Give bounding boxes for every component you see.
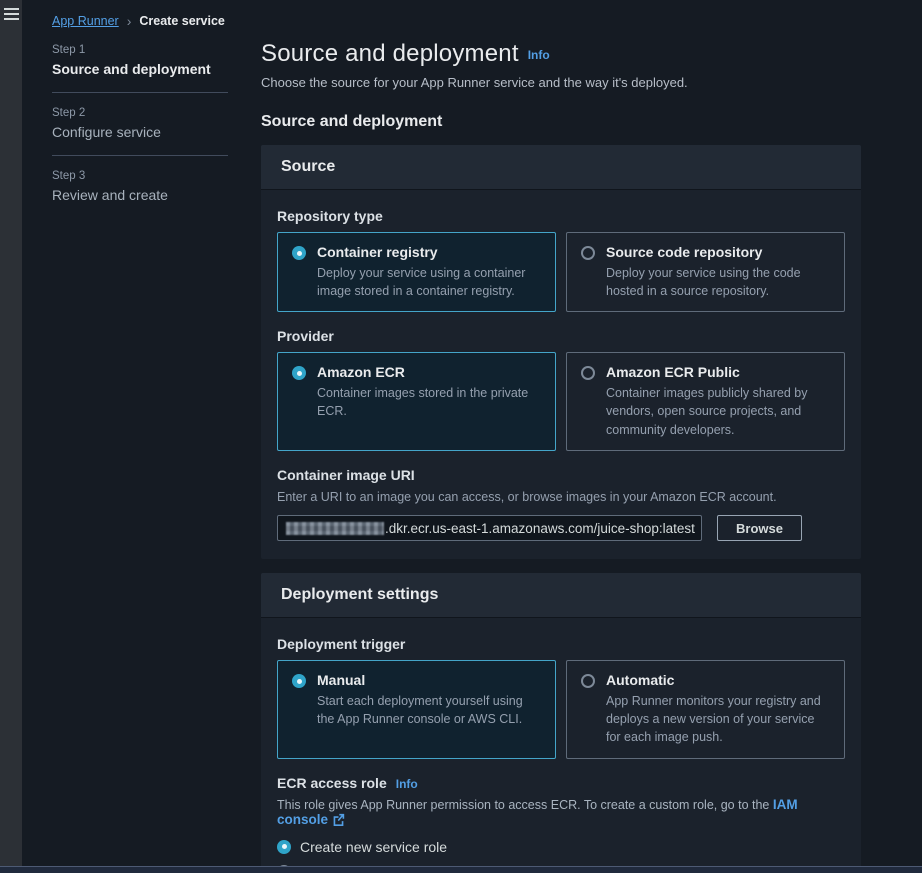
radio-selected-icon: [277, 840, 291, 854]
radio-label: Create new service role: [300, 839, 447, 855]
option-source-code-repository[interactable]: Source code repository Deploy your servi…: [566, 232, 845, 312]
source-card: Source Repository type Container registr…: [261, 145, 861, 559]
breadcrumb-current: Create service: [139, 14, 224, 28]
section-heading: Source and deployment: [261, 113, 861, 131]
step-title: Source and deployment: [52, 61, 228, 77]
deployment-trigger-label: Deployment trigger: [277, 636, 845, 652]
option-description: Start each deployment yourself using the…: [317, 692, 541, 728]
step-number: Step 2: [52, 107, 228, 119]
step-number: Step 1: [52, 44, 228, 56]
breadcrumb: App Runner › Create service: [52, 13, 225, 29]
container-image-uri-input[interactable]: .dkr.ecr.us-east-1.amazonaws.com/juice-s…: [277, 515, 702, 541]
radio-create-new-service-role[interactable]: Create new service role: [277, 839, 845, 855]
deployment-settings-card-header: Deployment settings: [261, 573, 861, 618]
ecr-access-role-description: This role gives App Runner permission to…: [277, 797, 845, 829]
external-link-icon: [332, 813, 345, 829]
provider-label: Provider: [277, 328, 845, 344]
container-image-uri-hint: Enter a URI to an image you can access, …: [277, 489, 845, 507]
radio-unselected-icon: [581, 246, 595, 260]
radio-selected-icon: [292, 366, 306, 380]
repository-type-options: Container registry Deploy your service u…: [277, 232, 845, 312]
deployment-trigger-options: Manual Start each deployment yourself us…: [277, 660, 845, 758]
radio-selected-icon: [292, 674, 306, 688]
radio-unselected-icon: [581, 366, 595, 380]
menu-icon[interactable]: [4, 8, 19, 20]
uri-value: .dkr.ecr.us-east-1.amazonaws.com/juice-s…: [385, 521, 695, 536]
step-number: Step 3: [52, 170, 228, 182]
step-1-source-and-deployment: Step 1 Source and deployment: [52, 44, 228, 77]
option-amazon-ecr[interactable]: Amazon ECR Container images stored in th…: [277, 352, 556, 450]
chevron-right-icon: ›: [127, 13, 132, 29]
step-3-review-and-create: Step 3 Review and create: [52, 170, 228, 203]
page-header: Source and deployment Info Choose the sou…: [261, 40, 861, 90]
divider: [52, 92, 228, 93]
option-description: Container images publicly shared by vend…: [606, 384, 830, 438]
step-title: Configure service: [52, 124, 228, 140]
redacted-account-id: [286, 522, 384, 535]
step-2-configure-service: Step 2 Configure service: [52, 107, 228, 140]
collapsed-side-nav: [0, 0, 22, 866]
radio-unselected-icon: [581, 674, 595, 688]
radio-selected-icon: [292, 246, 306, 260]
main-content: Source and deployment Info Choose the sou…: [261, 40, 861, 873]
option-manual[interactable]: Manual Start each deployment yourself us…: [277, 660, 556, 758]
page-description: Choose the source for your App Runner se…: [261, 75, 861, 90]
page-info-link[interactable]: Info: [528, 48, 550, 62]
option-container-registry[interactable]: Container registry Deploy your service u…: [277, 232, 556, 312]
ecr-access-role-label: ECR access role: [277, 775, 387, 791]
option-title: Amazon ECR Public: [606, 364, 830, 380]
source-card-header: Source: [261, 145, 861, 190]
breadcrumb-app-runner-link[interactable]: App Runner: [52, 14, 119, 28]
divider: [52, 155, 228, 156]
ecr-access-role-info-link[interactable]: Info: [396, 777, 418, 791]
container-image-uri-label: Container image URI: [277, 467, 845, 483]
step-title: Review and create: [52, 187, 228, 203]
option-title: Container registry: [317, 244, 541, 260]
repository-type-label: Repository type: [277, 208, 845, 224]
page-title: Source and deployment: [261, 40, 519, 67]
console-footer-bar: [0, 866, 922, 873]
option-description: Deploy your service using a container im…: [317, 264, 541, 300]
option-title: Manual: [317, 672, 541, 688]
wizard-steps-nav: Step 1 Source and deployment Step 2 Conf…: [52, 44, 228, 203]
option-title: Source code repository: [606, 244, 830, 260]
provider-options: Amazon ECR Container images stored in th…: [277, 352, 845, 450]
option-description: Container images stored in the private E…: [317, 384, 541, 420]
deployment-settings-card: Deployment settings Deployment trigger M…: [261, 573, 861, 873]
option-title: Automatic: [606, 672, 830, 688]
option-description: Deploy your service using the code hoste…: [606, 264, 830, 300]
option-amazon-ecr-public[interactable]: Amazon ECR Public Container images publi…: [566, 352, 845, 450]
browse-button[interactable]: Browse: [717, 515, 802, 541]
ecr-role-description-text: This role gives App Runner permission to…: [277, 798, 773, 812]
option-automatic[interactable]: Automatic App Runner monitors your regis…: [566, 660, 845, 758]
option-title: Amazon ECR: [317, 364, 541, 380]
option-description: App Runner monitors your registry and de…: [606, 692, 830, 746]
